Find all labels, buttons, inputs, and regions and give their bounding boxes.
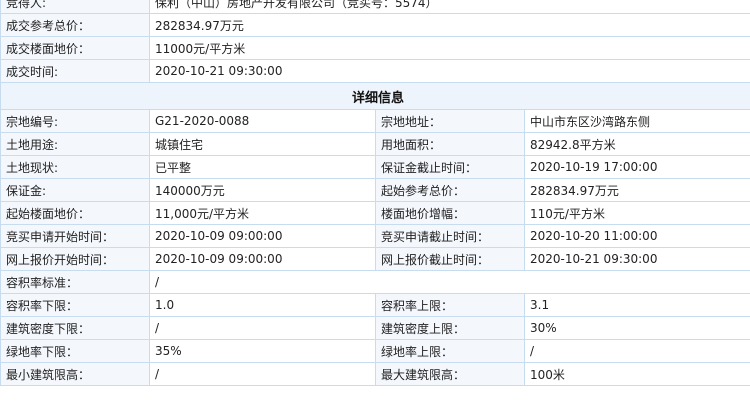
table-row: 容积率标准： / bbox=[0, 270, 750, 294]
table-row: 竞得人: 保利（中山）房地产开发有限公司（竞买号：5574） bbox=[0, 0, 750, 14]
plot-ratio-max-label: 容积率上限： bbox=[375, 293, 525, 317]
deal-floor-price-value: 11000元/平方米 bbox=[148, 36, 750, 60]
min-building-height-value: / bbox=[149, 362, 376, 386]
bidding-start-value: 2020-10-09 09:00:00 bbox=[149, 247, 376, 271]
land-status-label: 土地现状: bbox=[0, 155, 150, 179]
parcel-address-value: 中山市东区沙湾路东侧 bbox=[523, 109, 750, 133]
deposit-label: 保证金: bbox=[0, 178, 150, 202]
plot-ratio-min-label: 容积率下限： bbox=[0, 293, 150, 317]
land-area-value: 82942.8平方米 bbox=[523, 132, 750, 156]
starting-total-price-value: 282834.97万元 bbox=[523, 178, 750, 202]
bidding-end-value: 2020-10-21 09:30:00 bbox=[523, 247, 750, 271]
parcel-number-value: G21-2020-0088 bbox=[149, 109, 376, 133]
table-row: 容积率下限： 1.0 容积率上限： 3.1 bbox=[0, 293, 750, 317]
deal-time-label: 成交时间: bbox=[0, 59, 150, 83]
application-start-label: 竞买申请开始时间： bbox=[0, 224, 150, 248]
bidding-start-label: 网上报价开始时间： bbox=[0, 247, 150, 271]
table-row: 成交参考总价： 282834.97万元 bbox=[0, 13, 750, 37]
land-status-value: 已平整 bbox=[149, 155, 376, 179]
table-row: 绿地率下限： 35% 绿地率上限： / bbox=[0, 339, 750, 363]
min-building-height-label: 最小建筑限高： bbox=[0, 362, 150, 386]
deal-total-price-value: 282834.97万元 bbox=[148, 13, 750, 37]
max-building-height-label: 最大建筑限高： bbox=[375, 362, 525, 386]
parcel-number-label: 宗地编号: bbox=[0, 109, 150, 133]
green-ratio-min-label: 绿地率下限： bbox=[0, 339, 150, 363]
deal-time-value: 2020-10-21 09:30:00 bbox=[148, 59, 750, 83]
building-density-min-label: 建筑密度下限： bbox=[0, 316, 150, 340]
starting-floor-price-label: 起始楼面地价： bbox=[0, 201, 150, 225]
max-building-height-value: 100米 bbox=[523, 362, 750, 386]
plot-ratio-standard-value: / bbox=[148, 270, 750, 294]
plot-ratio-min-value: 1.0 bbox=[149, 293, 376, 317]
building-density-min-value: / bbox=[149, 316, 376, 340]
parcel-address-label: 宗地地址： bbox=[375, 109, 525, 133]
land-use-value: 城镇住宅 bbox=[149, 132, 376, 156]
deposit-deadline-label: 保证金截止时间： bbox=[375, 155, 525, 179]
land-use-label: 土地用途: bbox=[0, 132, 150, 156]
table-row: 起始楼面地价： 11,000元/平方米 楼面地价增幅： 110元/平方米 bbox=[0, 201, 750, 225]
application-start-value: 2020-10-09 09:00:00 bbox=[149, 224, 376, 248]
deposit-deadline-value: 2020-10-19 17:00:00 bbox=[523, 155, 750, 179]
winner-value: 保利（中山）房地产开发有限公司（竞买号：5574） bbox=[148, 0, 750, 14]
deposit-value: 140000万元 bbox=[149, 178, 376, 202]
table-row: 成交时间: 2020-10-21 09:30:00 bbox=[0, 59, 750, 83]
application-end-label: 竞买申请截止时间： bbox=[375, 224, 525, 248]
table-row: 宗地编号: G21-2020-0088 宗地地址： 中山市东区沙湾路东侧 bbox=[0, 109, 750, 133]
table-row: 土地现状: 已平整 保证金截止时间： 2020-10-19 17:00:00 bbox=[0, 155, 750, 179]
plot-ratio-max-value: 3.1 bbox=[523, 293, 750, 317]
building-density-max-value: 30% bbox=[523, 316, 750, 340]
deal-total-price-label: 成交参考总价： bbox=[0, 13, 150, 37]
section-row: 详细信息 bbox=[0, 82, 750, 110]
green-ratio-max-label: 绿地率上限： bbox=[375, 339, 525, 363]
floor-price-increment-label: 楼面地价增幅： bbox=[375, 201, 525, 225]
deal-floor-price-label: 成交楼面地价： bbox=[0, 36, 150, 60]
table-row: 建筑密度下限： / 建筑密度上限： 30% bbox=[0, 316, 750, 340]
floor-price-increment-value: 110元/平方米 bbox=[523, 201, 750, 225]
table-row: 保证金: 140000万元 起始参考总价： 282834.97万元 bbox=[0, 178, 750, 202]
land-auction-result-panel: 竞得人: 保利（中山）房地产开发有限公司（竞买号：5574） 成交参考总价： 2… bbox=[0, 0, 750, 386]
section-title-details: 详细信息 bbox=[0, 82, 750, 110]
green-ratio-min-value: 35% bbox=[149, 339, 376, 363]
table-row: 最小建筑限高： / 最大建筑限高： 100米 bbox=[0, 362, 750, 386]
land-area-label: 用地面积： bbox=[375, 132, 525, 156]
table-row: 竞买申请开始时间： 2020-10-09 09:00:00 竞买申请截止时间： … bbox=[0, 224, 750, 248]
application-end-value: 2020-10-20 11:00:00 bbox=[523, 224, 750, 248]
bidding-end-label: 网上报价截止时间： bbox=[375, 247, 525, 271]
green-ratio-max-value: / bbox=[523, 339, 750, 363]
plot-ratio-standard-label: 容积率标准： bbox=[0, 270, 150, 294]
table-row: 成交楼面地价： 11000元/平方米 bbox=[0, 36, 750, 60]
building-density-max-label: 建筑密度上限： bbox=[375, 316, 525, 340]
table-row: 网上报价开始时间： 2020-10-09 09:00:00 网上报价截止时间： … bbox=[0, 247, 750, 271]
table-row: 土地用途: 城镇住宅 用地面积： 82942.8平方米 bbox=[0, 132, 750, 156]
starting-floor-price-value: 11,000元/平方米 bbox=[149, 201, 376, 225]
winner-label: 竞得人: bbox=[0, 0, 150, 14]
starting-total-price-label: 起始参考总价： bbox=[375, 178, 525, 202]
auction-info-table: 竞得人: 保利（中山）房地产开发有限公司（竞买号：5574） 成交参考总价： 2… bbox=[0, 0, 750, 386]
